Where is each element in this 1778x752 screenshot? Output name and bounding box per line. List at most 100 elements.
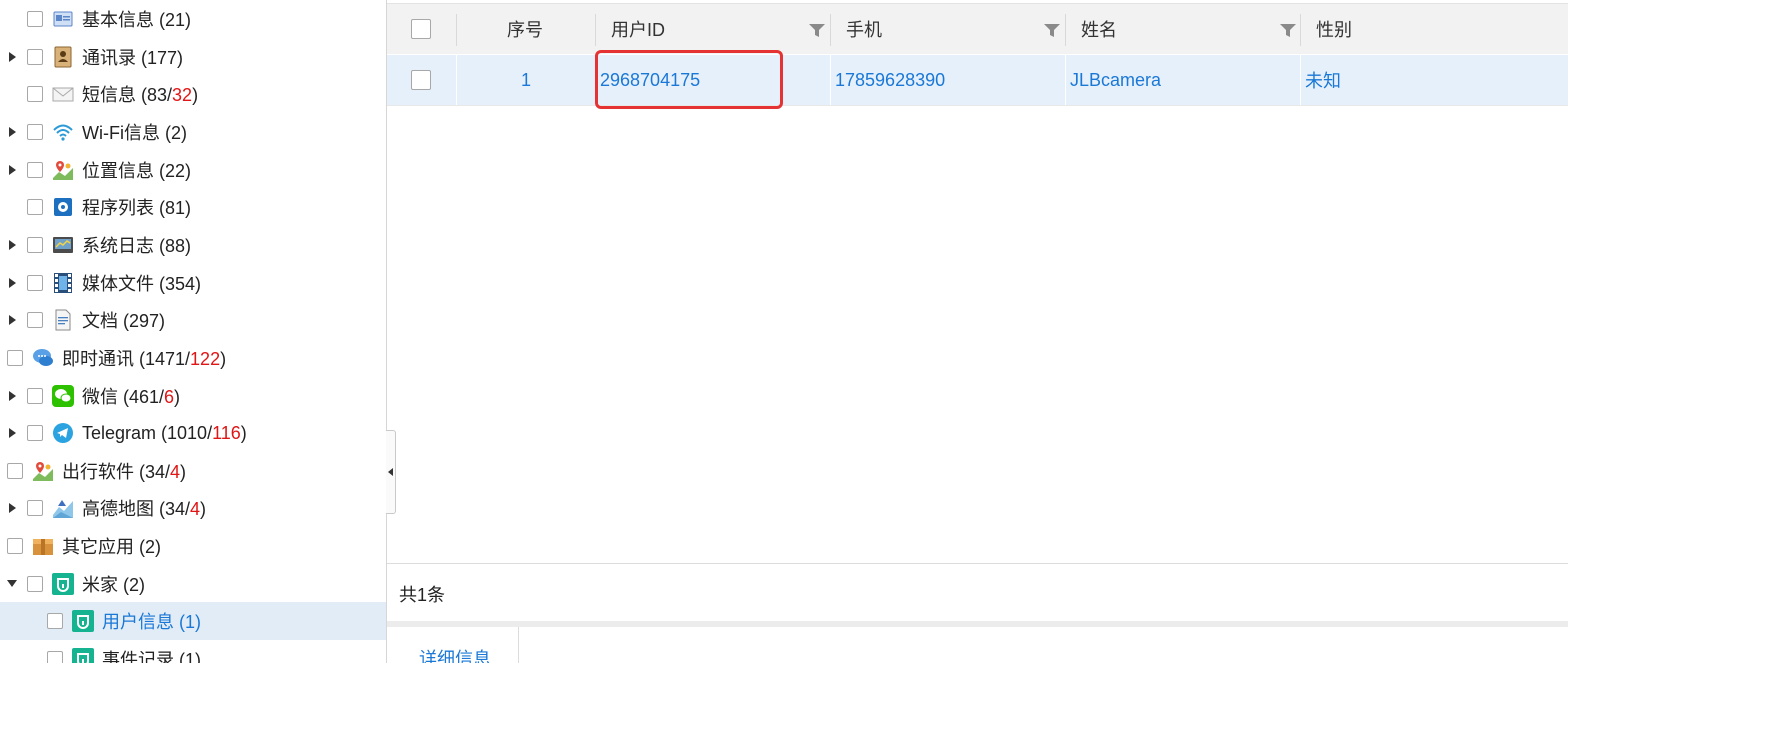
tab-detail-label: 详细信息 xyxy=(419,649,491,663)
tree-item-checkbox[interactable] xyxy=(27,199,43,216)
tab-detail-info[interactable]: 详细信息 xyxy=(387,627,519,663)
tree-item-checkbox[interactable] xyxy=(7,538,23,555)
cell-name[interactable]: JLBcamera xyxy=(1070,55,1161,105)
column-divider xyxy=(595,14,596,46)
unread-count: 4 xyxy=(170,461,181,482)
tree-item-label: Wi-Fi信息 (2) xyxy=(82,119,187,145)
select-all-checkbox[interactable] xyxy=(411,19,431,39)
expand-arrow-icon[interactable] xyxy=(6,314,18,326)
row-checkbox[interactable] xyxy=(411,70,431,90)
row-checkbox-cell xyxy=(411,55,431,105)
tree-item[interactable]: 通讯录 (177) xyxy=(0,38,386,76)
filter-icon[interactable] xyxy=(1280,24,1296,38)
caret-right-icon xyxy=(8,503,16,514)
tree-item[interactable]: 系统日志 (88) xyxy=(0,226,386,264)
expand-arrow-icon[interactable] xyxy=(6,164,18,176)
tree-item-checkbox[interactable] xyxy=(27,86,43,103)
tree-item[interactable]: 文档 (297) xyxy=(0,301,386,339)
tree-item[interactable]: 媒体文件 (354) xyxy=(0,264,386,302)
tree-item-suffix: ) xyxy=(180,461,187,482)
tree-item-text: 出行软件 (34/ xyxy=(62,461,171,482)
system-log-icon xyxy=(53,236,73,253)
tree-item-text: 文档 (297) xyxy=(82,311,166,332)
tree-item-checkbox[interactable] xyxy=(27,425,43,442)
expand-arrow-icon[interactable] xyxy=(6,427,18,439)
tree-item[interactable]: 出行软件 (34/4) xyxy=(0,452,386,490)
table-row[interactable]: 1 2968704175 17859628390 JLBcamera 未知 xyxy=(387,55,1568,106)
tree-item-checkbox[interactable] xyxy=(47,651,63,663)
cell-index[interactable]: 1 xyxy=(457,55,595,105)
tree-item[interactable]: Wi-Fi信息 (2) xyxy=(0,113,386,151)
filter-icon[interactable] xyxy=(809,24,825,38)
tree-item-text: 短信息 (83/ xyxy=(82,85,173,106)
expand-arrow-icon[interactable] xyxy=(6,51,18,63)
unread-count: 32 xyxy=(172,85,193,106)
arrow-placeholder xyxy=(6,13,18,25)
travel-map-icon xyxy=(33,461,53,481)
cell-phone[interactable]: 17859628390 xyxy=(835,55,945,105)
tree-item-checkbox[interactable] xyxy=(27,312,43,329)
select-all-cell xyxy=(411,4,431,54)
cell-gender[interactable]: 未知 xyxy=(1305,55,1341,105)
tree-item[interactable]: 高德地图 (34/4) xyxy=(0,489,386,527)
tree-item-checkbox[interactable] xyxy=(47,613,63,630)
column-header-phone[interactable]: 手机 xyxy=(846,4,882,54)
tree-item-checkbox[interactable] xyxy=(27,236,43,253)
tree-item-checkbox[interactable] xyxy=(27,11,43,27)
column-header-index[interactable]: 序号 xyxy=(507,4,543,54)
mijia-icon xyxy=(52,572,74,595)
arrow-placeholder xyxy=(6,88,18,100)
tree-item-checkbox[interactable] xyxy=(27,500,43,517)
tree-item-label: 短信息 (83/32) xyxy=(82,81,198,107)
unread-count: 4 xyxy=(190,499,201,520)
tree-item-checkbox[interactable] xyxy=(7,462,23,479)
expand-arrow-icon[interactable] xyxy=(6,239,18,251)
column-header-user-id[interactable]: 用户ID xyxy=(611,4,665,54)
tree-item[interactable]: 基本信息 (21) xyxy=(0,0,386,38)
tree-item-checkbox[interactable] xyxy=(27,387,43,404)
column-divider xyxy=(1300,14,1301,46)
tree-item[interactable]: 米家 (2) xyxy=(0,565,386,603)
expand-arrow-icon[interactable] xyxy=(6,390,18,402)
tree-item[interactable]: 位置信息 (22) xyxy=(0,151,386,189)
table-header: 序号 用户ID 手机 姓名 性别 xyxy=(387,3,1568,54)
tree-item[interactable]: 事件记录 (1) xyxy=(0,640,386,663)
tree-item-checkbox[interactable] xyxy=(27,48,43,65)
tree-item-suffix: ) xyxy=(220,348,227,369)
total-count: 共1条 xyxy=(399,585,446,605)
tree-item-label: 基本信息 (21) xyxy=(82,6,191,32)
tree-item-checkbox[interactable] xyxy=(27,274,43,291)
tree-item-label: Telegram (1010/116) xyxy=(82,423,247,444)
wechat-icon xyxy=(52,384,74,407)
collapse-arrow-icon[interactable] xyxy=(6,578,18,590)
caret-right-icon xyxy=(8,51,16,62)
tree-item-label: 微信 (461/6) xyxy=(82,383,180,409)
tree-item-text: 通讯录 (177) xyxy=(82,47,184,68)
tree-item-checkbox[interactable] xyxy=(27,123,43,140)
tree-item-checkbox[interactable] xyxy=(27,161,43,178)
expand-arrow-icon[interactable] xyxy=(6,126,18,138)
document-icon xyxy=(55,309,71,331)
tree-item-label: 位置信息 (22) xyxy=(82,157,191,183)
tree-item[interactable]: 用户信息 (1) xyxy=(0,602,386,641)
tree-item-checkbox[interactable] xyxy=(7,349,23,366)
expand-arrow-icon[interactable] xyxy=(6,502,18,514)
tree-item-label: 通讯录 (177) xyxy=(82,44,183,70)
tree-item[interactable]: 程序列表 (81) xyxy=(0,188,386,226)
tree-item[interactable]: 其它应用 (2) xyxy=(0,527,386,565)
tree-item[interactable]: Telegram (1010/116) xyxy=(0,414,386,452)
cell-divider xyxy=(1300,55,1301,105)
filter-icon[interactable] xyxy=(1044,24,1060,38)
tree-item[interactable]: 短信息 (83/32) xyxy=(0,75,386,113)
tree-item[interactable]: 微信 (461/6) xyxy=(0,377,386,415)
tree-item-text: 位置信息 (22) xyxy=(82,160,192,181)
tree-item-checkbox[interactable] xyxy=(27,575,43,592)
map-pin-icon xyxy=(53,160,73,180)
column-header-gender[interactable]: 性别 xyxy=(1316,4,1352,54)
column-divider xyxy=(1065,14,1066,46)
column-header-name[interactable]: 姓名 xyxy=(1081,4,1117,54)
tree-item[interactable]: 即时通讯 (1471/122) xyxy=(0,339,386,377)
expand-arrow-icon[interactable] xyxy=(6,277,18,289)
tree-item-label: 高德地图 (34/4) xyxy=(82,495,206,521)
panel-splitter[interactable] xyxy=(387,621,1568,627)
